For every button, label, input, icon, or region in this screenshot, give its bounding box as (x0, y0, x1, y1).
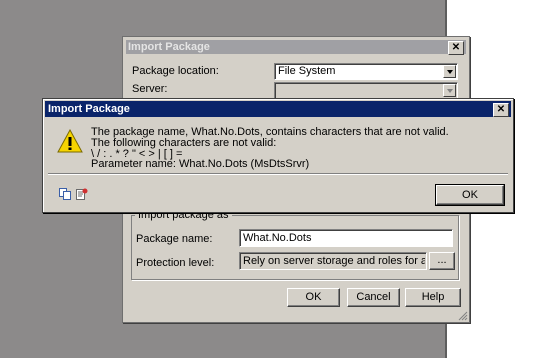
error-message-line-4: Parameter name: What.No.Dots (MsDtsSrvr) (91, 158, 310, 170)
error-dialog-title: Import Package (48, 103, 130, 115)
separator (48, 173, 508, 175)
package-name-label: Package name: (136, 233, 213, 245)
close-icon[interactable]: ✕ (493, 103, 509, 117)
help-button[interactable]: Help (405, 288, 461, 307)
protection-level-label: Protection level: (136, 257, 215, 269)
resize-grip-icon[interactable] (458, 311, 468, 321)
copy-message-icon[interactable] (59, 188, 71, 200)
close-icon[interactable]: ✕ (448, 41, 464, 55)
error-dialog-titlebar[interactable]: Import Package ✕ (45, 101, 511, 117)
package-location-value: File System (278, 65, 336, 77)
cancel-button[interactable]: Cancel (347, 288, 400, 307)
package-location-label: Package location: (132, 65, 219, 77)
technical-details-icon[interactable] (76, 188, 88, 200)
chevron-down-icon[interactable] (443, 84, 456, 97)
chevron-down-icon[interactable] (443, 65, 456, 78)
package-name-value: What.No.Dots (243, 232, 312, 244)
package-name-input[interactable]: What.No.Dots (239, 229, 453, 247)
server-label: Server: (132, 83, 168, 95)
ok-button[interactable]: OK (287, 288, 340, 307)
error-ok-button[interactable]: OK (435, 184, 505, 206)
protection-level-field[interactable]: Rely on server storage and roles for acc… (239, 252, 427, 270)
browse-protection-button[interactable]: ... (429, 252, 455, 270)
import-package-title: Import Package (128, 41, 210, 53)
error-dialog: Import Package ✕ The package name, What.… (42, 98, 514, 213)
warning-icon (57, 129, 83, 153)
import-package-as-group (131, 215, 459, 280)
protection-level-value: Rely on server storage and roles for acc… (243, 255, 425, 267)
package-location-dropdown[interactable]: File System (274, 63, 458, 80)
server-dropdown[interactable] (274, 82, 458, 99)
import-package-titlebar[interactable]: Import Package ✕ (126, 40, 466, 55)
